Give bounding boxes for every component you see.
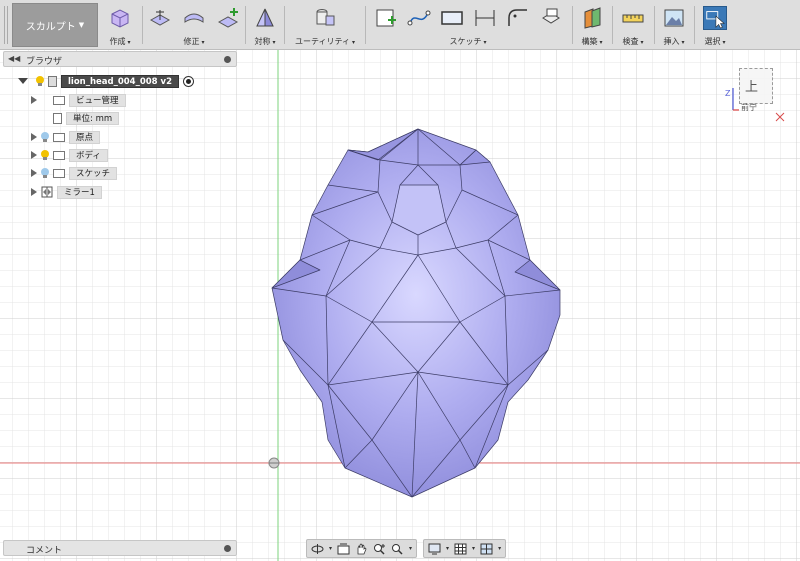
insert-edge-icon <box>184 13 204 23</box>
inspect-menu[interactable]: 検査 ▾ <box>614 3 652 47</box>
inspect-label: 検査 <box>622 37 639 46</box>
activate-radio-icon[interactable] <box>183 75 195 87</box>
navigation-tools: ▾ ▾ <box>306 539 418 558</box>
project-icon <box>541 8 560 24</box>
tree-item-label: 原点 <box>69 130 101 144</box>
utility-label: ユーティリティ <box>295 37 351 46</box>
insert-image-icon <box>664 9 684 27</box>
display-settings-icon[interactable] <box>428 543 441 555</box>
fillet-icon <box>507 9 527 26</box>
expand-toggle-icon[interactable] <box>31 169 37 177</box>
create-label: 作成 <box>109 37 126 46</box>
workspace-switcher[interactable]: スカルプト ▼ <box>12 3 98 47</box>
construct-menu[interactable]: 構築 ▾ <box>574 3 610 47</box>
chevron-down-icon: ▼ <box>78 21 85 29</box>
view-cube[interactable]: Z 上 前宁 <box>725 68 785 122</box>
insert-menu[interactable]: 挿入 ▾ <box>656 3 692 47</box>
svg-text:Z: Z <box>725 89 731 98</box>
visibility-bulb-icon[interactable] <box>41 168 49 178</box>
symmetry-menu[interactable]: 対称 ▾ <box>248 3 282 47</box>
tree-item-label: ミラー1 <box>57 185 102 199</box>
pan-hand-icon[interactable] <box>355 542 368 555</box>
close-icon[interactable] <box>775 112 785 122</box>
dimension-icon <box>475 10 494 26</box>
utility-icon <box>316 9 335 26</box>
browser-panel-header[interactable]: ◀◀ ブラウザ <box>3 51 237 67</box>
fit-zoom-icon[interactable] <box>391 543 404 555</box>
tree-item-label: 単位: mm <box>66 111 120 125</box>
tree-item-origin[interactable]: 原点 <box>31 130 101 144</box>
grid-settings-icon[interactable] <box>454 543 467 555</box>
tree-item-bodies[interactable]: ボディ <box>31 148 108 162</box>
display-tools: ▾ ▾ ▾ <box>423 539 507 558</box>
comments-panel-header[interactable]: コメント <box>3 540 237 556</box>
create-menu[interactable]: 作成 ▾ <box>100 3 140 47</box>
expand-toggle-icon[interactable] <box>31 151 37 159</box>
visibility-bulb-icon[interactable] <box>41 132 49 142</box>
expand-toggle-icon[interactable] <box>18 78 28 84</box>
construct-label: 構築 <box>581 37 598 46</box>
edit-form-icon <box>149 10 171 26</box>
folder-icon <box>53 150 65 160</box>
select-menu[interactable]: 選択 ▾ <box>696 3 734 47</box>
select-cursor-icon <box>703 6 727 30</box>
sketch-label: スケッチ <box>449 37 482 46</box>
toolbar-grip[interactable] <box>4 6 8 44</box>
look-at-icon[interactable] <box>337 543 350 555</box>
tree-item-units[interactable]: 単位: mm <box>31 111 120 125</box>
mirror-icon <box>41 186 53 198</box>
view-cube-front-label: 前宁 <box>741 103 757 112</box>
create-sketch-icon <box>376 9 396 27</box>
orbit-icon[interactable] <box>311 543 324 555</box>
document-icon <box>48 75 57 87</box>
tree-item-mirror[interactable]: ミラー1 <box>31 185 102 199</box>
tree-root[interactable]: lion_head_004_008 v2 <box>18 74 195 88</box>
folder-icon <box>53 168 65 178</box>
spline-icon <box>407 10 430 26</box>
visibility-bulb-icon[interactable] <box>41 150 49 160</box>
tree-item-label: ボディ <box>69 148 108 162</box>
rectangle-icon <box>440 11 463 25</box>
tree-item-sketches[interactable]: スケッチ <box>31 166 118 180</box>
symmetry-label: 対称 <box>254 37 271 46</box>
visibility-bulb-icon[interactable] <box>36 76 44 86</box>
viewports-icon[interactable] <box>480 543 493 555</box>
tree-item-label: ビュー管理 <box>69 93 126 107</box>
view-cube-top-label: 上 <box>745 80 759 95</box>
tree-item-label: スケッチ <box>69 166 118 180</box>
browser-title: ブラウザ <box>26 57 63 67</box>
tree-item-view-management[interactable]: ビュー管理 <box>31 93 126 107</box>
collapse-icon[interactable]: ◀◀ <box>8 54 20 63</box>
expand-toggle-icon[interactable] <box>31 96 37 104</box>
box-icon <box>111 9 129 28</box>
zoom-icon[interactable] <box>373 543 386 555</box>
add-comment-icon[interactable] <box>224 545 231 552</box>
root-component-label: lion_head_004_008 v2 <box>61 74 180 88</box>
modify-menu[interactable]: 修正 ▾ <box>144 3 244 47</box>
subdivide-icon <box>217 8 239 28</box>
units-document-icon <box>53 112 62 124</box>
navigation-bar: ▾ ▾ ▾ ▾ ▾ <box>306 539 507 558</box>
comments-title: コメント <box>26 546 63 556</box>
modify-label: 修正 <box>183 37 200 46</box>
expand-toggle-icon[interactable] <box>31 133 37 141</box>
symmetry-icon <box>256 8 274 27</box>
panel-pin-icon[interactable] <box>224 56 231 63</box>
insert-label: 挿入 <box>663 37 680 46</box>
folder-icon <box>53 132 65 142</box>
workspace-label: スカルプト <box>25 21 76 33</box>
sketch-menu[interactable]: スケッチ ▾ <box>368 3 568 47</box>
construct-plane-icon <box>584 7 601 29</box>
main-toolbar: スカルプト ▼ 作成 ▾ 修正 ▾ 対称 ▾ ユーティリティ ▾ スケッチ ▾ … <box>0 0 800 50</box>
folder-icon <box>53 95 65 105</box>
axis-triad-icon: Z <box>725 88 739 111</box>
measure-icon <box>622 14 644 23</box>
utility-menu[interactable]: ユーティリティ ▾ <box>287 3 363 47</box>
select-label: 選択 <box>704 37 721 46</box>
expand-toggle-icon[interactable] <box>31 188 37 196</box>
